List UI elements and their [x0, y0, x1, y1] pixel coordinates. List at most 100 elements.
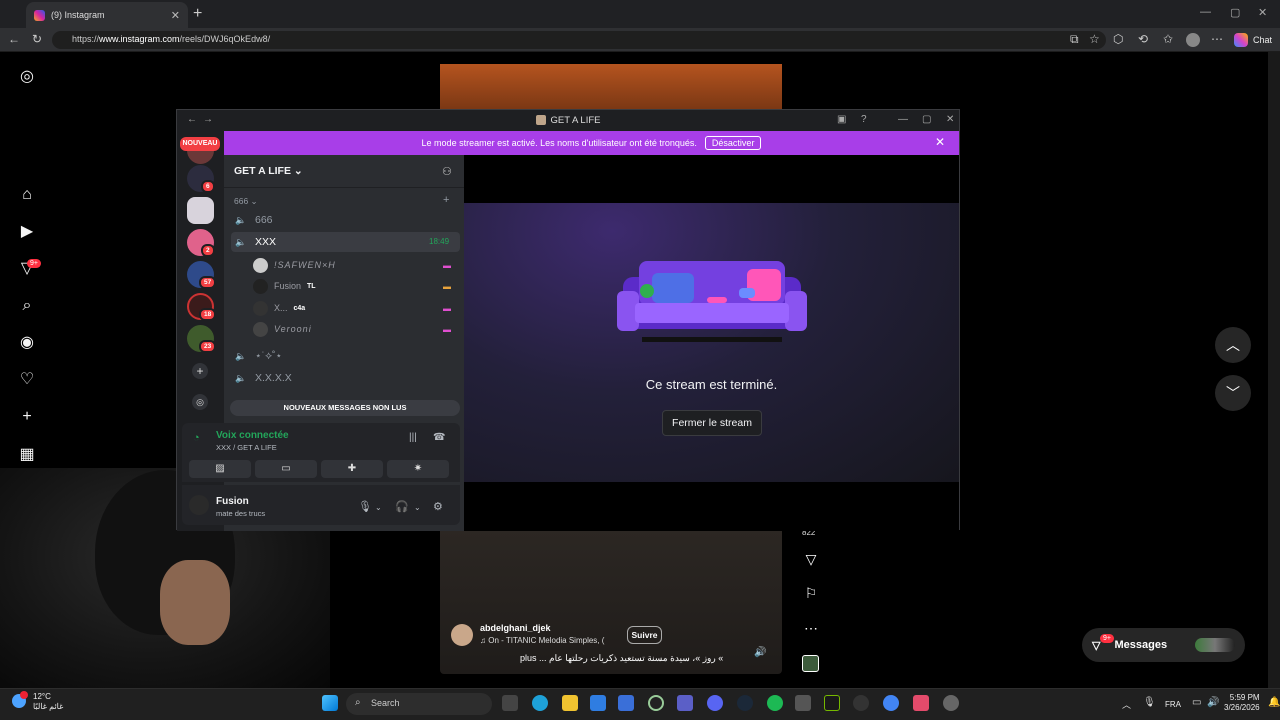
voice-member[interactable]: Verooni	[253, 320, 312, 338]
voice-channel-path[interactable]: XXX / GET A LIFE	[216, 443, 277, 452]
browser-tab-instagram[interactable]: (9) Instagram ✕	[26, 2, 188, 28]
back-arrow-icon[interactable]: ←	[187, 114, 197, 125]
start-windows-icon[interactable]	[322, 695, 338, 711]
tab-close-icon[interactable]: ✕	[171, 9, 180, 22]
nvidia-icon[interactable]	[824, 695, 840, 711]
close-window-icon[interactable]: ✕	[1258, 6, 1267, 19]
settings-gear-icon[interactable]: ⚙	[433, 500, 443, 513]
inbox-icon[interactable]: ▣	[837, 114, 846, 125]
camera-off-button[interactable]: ▨	[189, 460, 251, 478]
save-bookmark-icon[interactable]: ⚐	[803, 585, 819, 602]
outlook-icon[interactable]	[590, 695, 606, 711]
copilot-chat-label[interactable]: Chat	[1253, 35, 1272, 45]
xbox-icon[interactable]	[648, 695, 664, 711]
edge-icon[interactable]	[532, 695, 548, 711]
tray-chevron-icon[interactable]: ︿	[1122, 698, 1131, 711]
url-bar[interactable]: https://www.instagram.com/reels/DWJ6qOkE…	[52, 31, 1106, 49]
snipping-tool-icon[interactable]	[795, 695, 811, 711]
reel-author-avatar[interactable]	[451, 624, 473, 646]
noise-suppression-icon[interactable]: |||	[409, 432, 417, 443]
volume-icon[interactable]: 🔊	[1207, 697, 1219, 708]
favorites-icon[interactable]: ✩	[1163, 32, 1173, 46]
clock[interactable]: 5:59 PM 3/26/2026	[1224, 693, 1260, 713]
browser-app-icon[interactable]	[913, 695, 929, 711]
forward-arrow-icon[interactable]: →	[203, 114, 213, 125]
headphones-icon[interactable]: 🎧	[395, 500, 409, 513]
share-icon[interactable]: ▽	[803, 551, 819, 568]
share-screen-button[interactable]: ▭	[255, 460, 317, 478]
maximize-icon[interactable]: ▢	[1230, 6, 1240, 19]
profile-avatar[interactable]	[1186, 33, 1200, 47]
file-explorer-icon[interactable]	[562, 695, 578, 711]
home-icon[interactable]: ⌂	[18, 186, 36, 204]
close-icon[interactable]: ✕	[946, 114, 954, 125]
extensions-icon[interactable]: ⬡	[1113, 32, 1123, 46]
follow-button[interactable]: Suivre	[627, 626, 662, 644]
obs-icon[interactable]	[853, 695, 869, 711]
copilot-icon[interactable]	[1234, 33, 1248, 47]
refresh-icon[interactable]: ↻	[32, 32, 42, 46]
store-icon[interactable]	[618, 695, 634, 711]
add-server-icon[interactable]: +	[192, 363, 208, 379]
voice-member[interactable]: X... c4a	[253, 299, 305, 317]
chevron-down-icon[interactable]: ⌄	[414, 503, 421, 512]
server-name[interactable]: GET A LIFE ⌄	[234, 165, 303, 177]
back-icon[interactable]: ←	[8, 32, 20, 46]
more-actions-icon[interactable]: ⋯	[803, 620, 819, 637]
close-stream-button[interactable]: Fermer le stream	[662, 410, 762, 436]
next-reel-button[interactable]: ﹀	[1215, 375, 1251, 411]
dashboard-icon[interactable]: ▦	[18, 446, 36, 464]
disconnect-icon[interactable]: ☎	[433, 432, 445, 443]
chevron-down-icon[interactable]: ⌄	[375, 503, 382, 512]
previous-reel-button[interactable]: ︿	[1215, 327, 1251, 363]
voice-status-title[interactable]: Voix connectée	[216, 430, 289, 441]
steam-icon[interactable]	[737, 695, 753, 711]
language-indicator[interactable]: FRA	[1165, 700, 1181, 709]
settings-taskbar-icon[interactable]	[943, 695, 959, 711]
taskbar-search[interactable]: Search	[346, 693, 492, 715]
discord-taskbar-icon[interactable]	[707, 695, 723, 711]
instagram-logo-icon[interactable]: ◎	[18, 68, 36, 86]
reel-author-name[interactable]: abdelghani_djek	[480, 623, 551, 633]
more-options-icon[interactable]: ⋯	[1211, 32, 1223, 46]
activities-button[interactable]: ✚	[321, 460, 383, 478]
reel-caption[interactable]: plus ... روز »، سيدة مسنة تستعيد ذكريات …	[520, 653, 723, 664]
user-status[interactable]: mate des trucs	[216, 509, 265, 518]
help-icon[interactable]: ?	[861, 114, 867, 125]
server-icon-3[interactable]	[187, 197, 214, 224]
deactivate-button[interactable]: Désactiver	[704, 136, 762, 150]
soundboard-button[interactable]: ✷	[387, 460, 449, 478]
sound-toggle-icon[interactable]: 🔊	[754, 647, 766, 658]
split-screen-icon[interactable]: ⧉	[1070, 32, 1079, 47]
voice-channel-stars[interactable]: 🔈 ⋆˙⟡˚⋆	[231, 346, 460, 366]
new-unread-messages-button[interactable]: NOUVEAUX MESSAGES NON LUS	[230, 400, 460, 416]
create-channel-icon[interactable]: +	[443, 194, 449, 206]
teams-icon[interactable]	[677, 695, 693, 711]
mic-tray-icon[interactable]: 🎙	[1143, 697, 1156, 708]
explore-icon[interactable]: ◉	[18, 334, 36, 352]
reel-video-preview[interactable]	[440, 64, 782, 110]
chrome-icon[interactable]	[883, 695, 899, 711]
network-icon[interactable]: ▭	[1192, 697, 1201, 708]
reels-icon[interactable]: ▶	[18, 223, 36, 241]
invite-people-icon[interactable]: ⚇	[442, 165, 452, 178]
microphone-icon[interactable]: 🎙	[358, 500, 372, 513]
weather-widget[interactable]: 12°C غائم غالبًا	[33, 692, 63, 712]
minimize-icon[interactable]: —	[1200, 6, 1211, 18]
notifications-bell-icon[interactable]: 🔔	[1268, 697, 1280, 708]
banner-close-icon[interactable]: ✕	[935, 135, 945, 149]
audio-thumbnail[interactable]	[802, 655, 819, 672]
create-icon[interactable]: +	[18, 408, 36, 426]
reel-music-label[interactable]: ♫ On - TITANIC Melodia Simples, (	[480, 636, 604, 645]
user-avatar[interactable]	[189, 495, 209, 515]
voice-channel-666[interactable]: 🔈 666	[231, 210, 460, 230]
new-tab-button[interactable]: +	[193, 5, 202, 23]
maximize-icon[interactable]: ▢	[922, 114, 931, 125]
user-name[interactable]: Fusion	[216, 496, 249, 507]
voice-member[interactable]: !SAFWEN×H	[253, 256, 336, 274]
page-scrollbar[interactable]	[1268, 52, 1280, 688]
task-view-icon[interactable]	[502, 695, 518, 711]
spotify-icon[interactable]	[767, 695, 783, 711]
channel-category[interactable]: 666 ⌄	[234, 196, 258, 207]
discover-icon[interactable]: ◎	[192, 394, 208, 410]
